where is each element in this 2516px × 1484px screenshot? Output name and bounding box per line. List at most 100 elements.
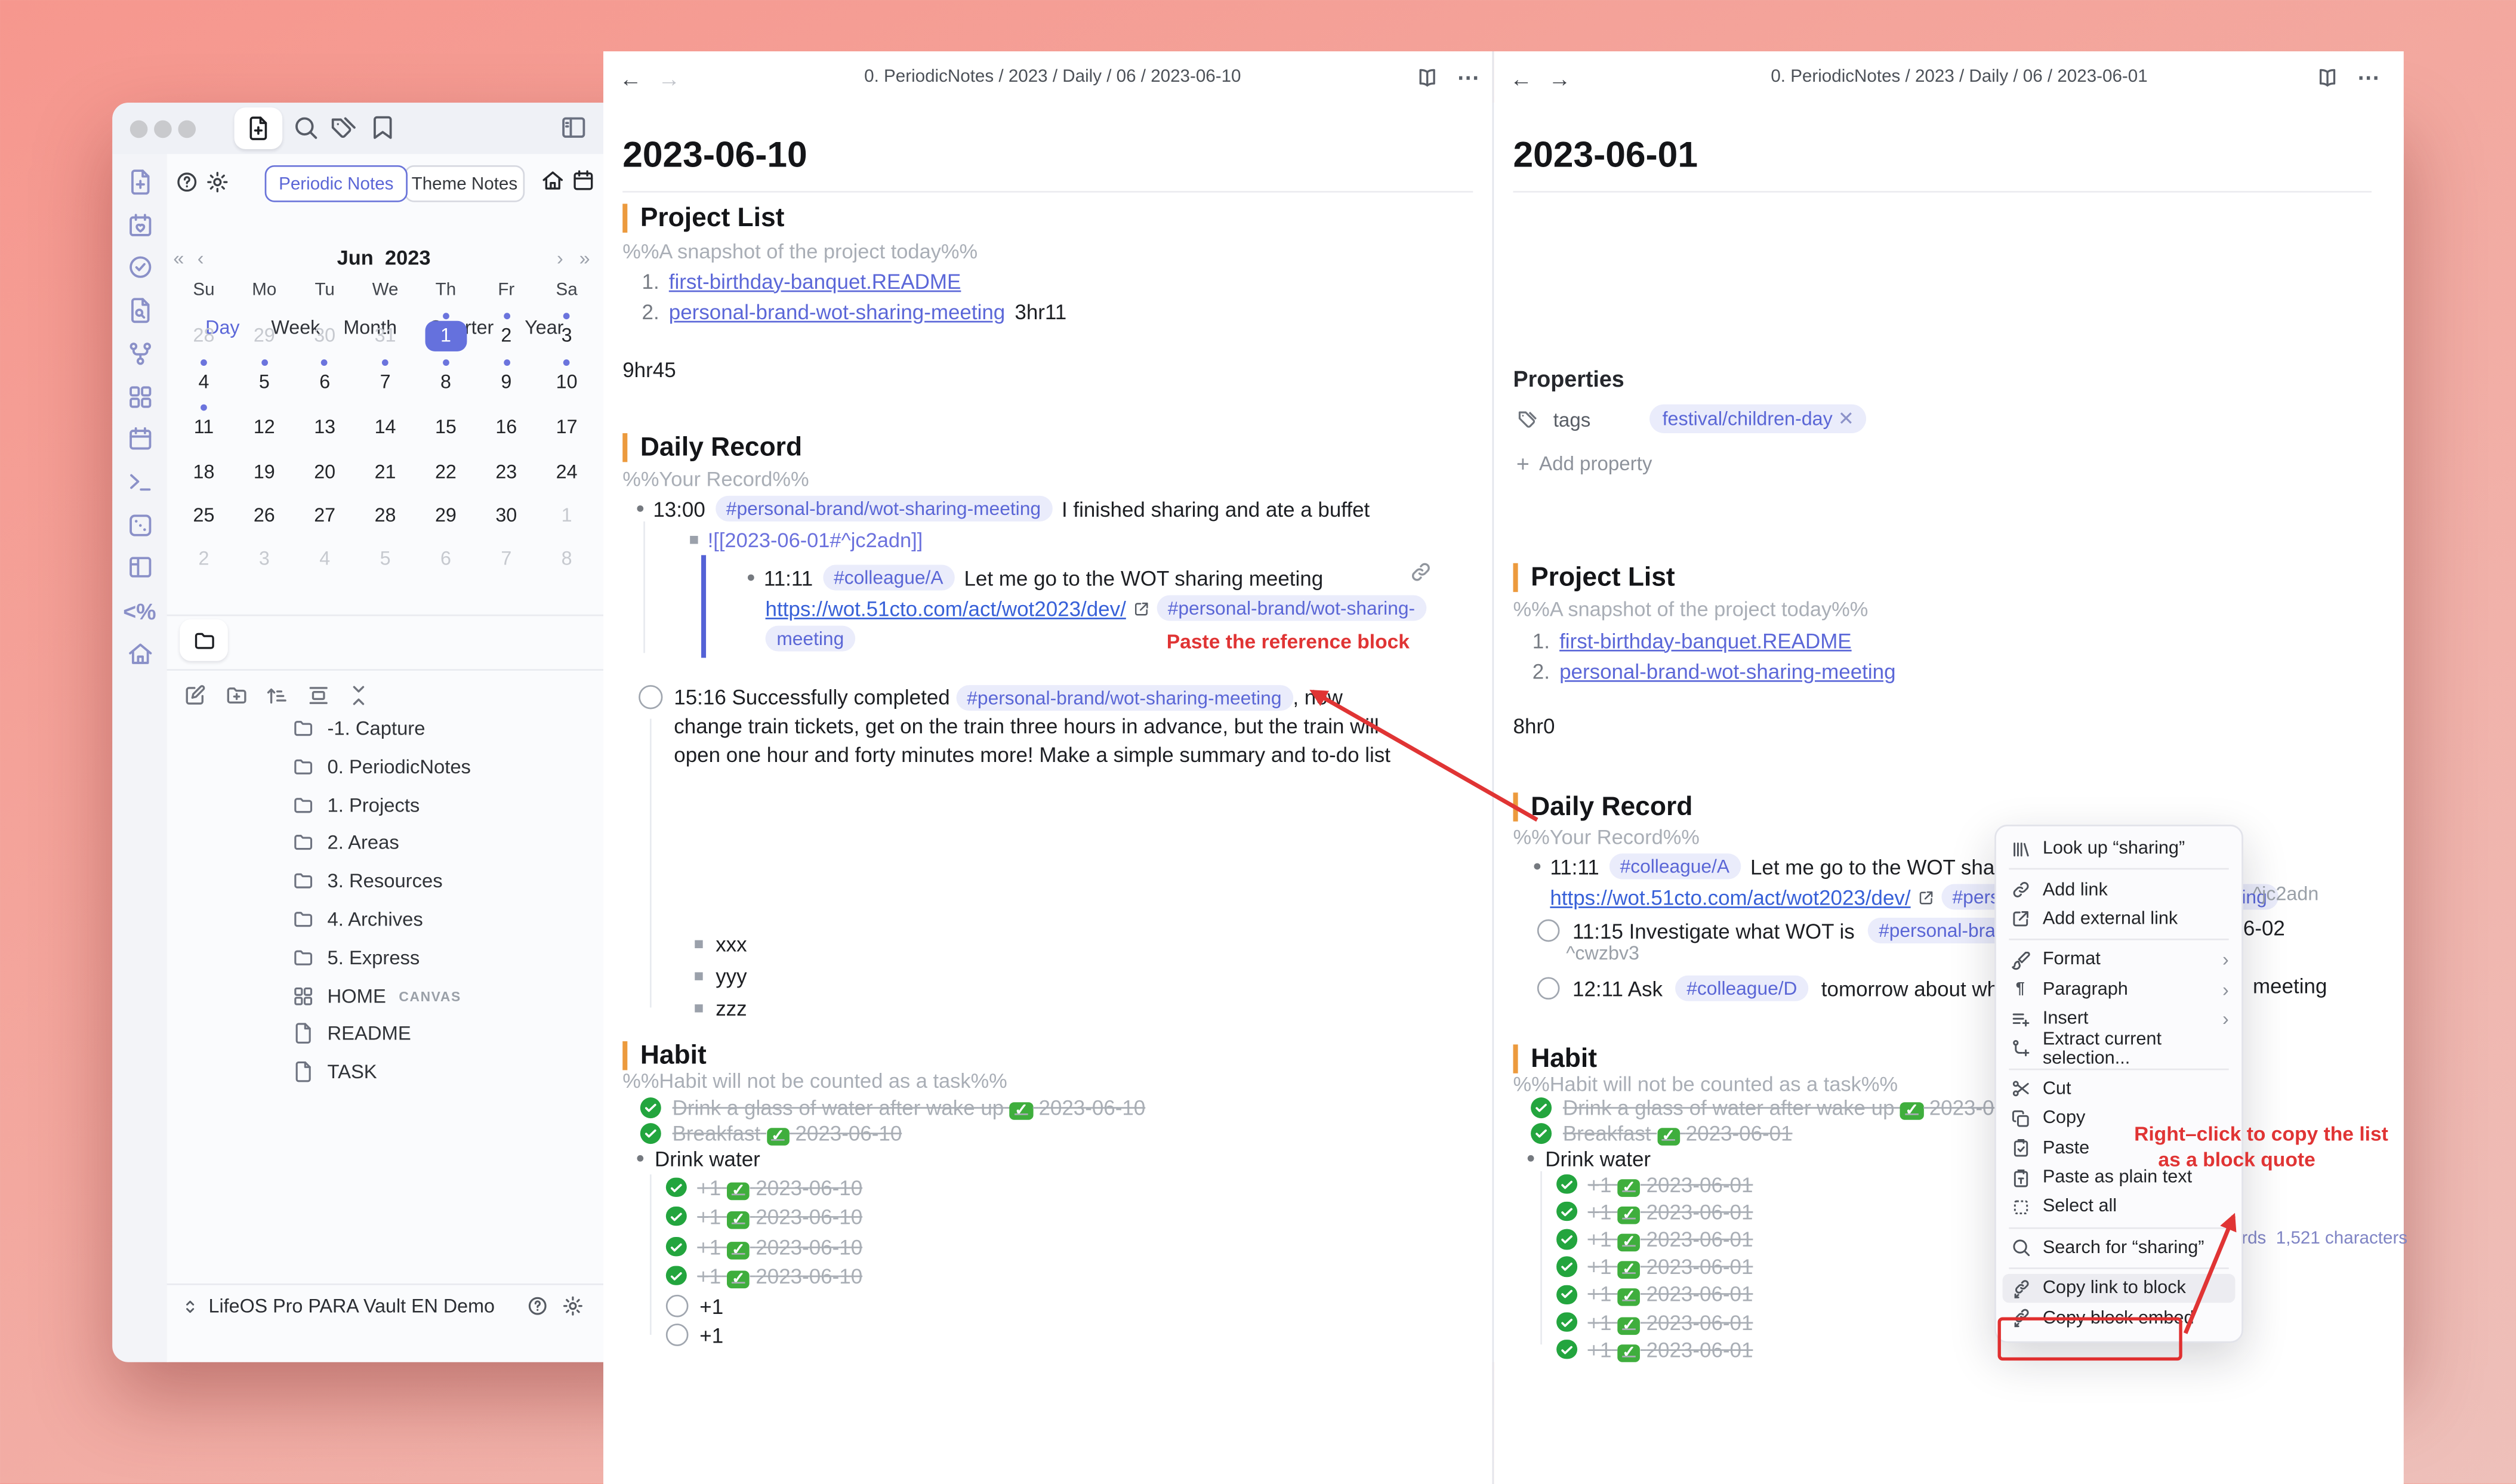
tree-item[interactable]: 3. Resources xyxy=(292,866,442,895)
calendar-day[interactable]: 2 xyxy=(183,547,225,569)
tree-item[interactable]: 5. Express xyxy=(292,943,420,971)
tag-pill[interactable]: #colleague/A xyxy=(822,564,954,590)
habit-plus-one-done[interactable]: +1 ✓ 2023-06-01 xyxy=(1556,1197,1753,1226)
reading-view-button[interactable] xyxy=(2315,66,2339,90)
task-15-16[interactable]: 15:16 Successfully completed #personal-b… xyxy=(674,683,1399,770)
habit-plus-one-todo[interactable]: +1 xyxy=(666,1291,723,1320)
tree-item[interactable]: README xyxy=(292,1019,411,1048)
embed-link-button[interactable] xyxy=(1409,560,1433,584)
ribbon-terminal-button[interactable] xyxy=(126,468,153,496)
breadcrumb[interactable]: 0. PeriodicNotes / 2023 / Daily / 06 / 2… xyxy=(716,67,1389,87)
open-home-button[interactable] xyxy=(541,168,565,192)
properties-heading[interactable]: Properties xyxy=(1513,366,1624,391)
calendar-day[interactable]: 7 xyxy=(485,547,527,569)
calendar-settings-button[interactable] xyxy=(205,170,229,194)
forward-button[interactable]: → xyxy=(1547,66,1572,91)
external-url[interactable]: https://wot.51cto.com/act/wot2023/dev/ xyxy=(1550,885,1910,909)
menu-extract-current-selection[interactable]: Extract current selection... xyxy=(1996,1033,2241,1063)
habit-plus-one-todo[interactable]: +1 xyxy=(666,1321,723,1349)
check-circle-icon[interactable] xyxy=(666,1206,686,1226)
menu-copy-link-to-block[interactable]: Copy link to block xyxy=(2003,1274,2236,1303)
vault-help-button[interactable] xyxy=(526,1295,549,1318)
calendar-day[interactable]: 20 xyxy=(304,459,346,482)
habit-plus-one-done[interactable]: +1 ✓ 2023-06-01 xyxy=(1556,1225,1753,1254)
calendar-day[interactable]: 15 xyxy=(425,415,467,438)
vault-settings-button[interactable] xyxy=(562,1295,584,1318)
tag-pill[interactable]: #colleague/D xyxy=(1675,976,1808,1001)
heading-daily-record[interactable]: Daily Record xyxy=(1513,792,1693,821)
habit-done[interactable]: Drink a glass of water after wake up ✓ 2… xyxy=(1531,1093,2036,1121)
search-button[interactable] xyxy=(292,114,319,141)
calendar-day[interactable]: 14 xyxy=(365,415,406,438)
habit-plus-one-done[interactable]: +1 ✓ 2023-06-01 xyxy=(1556,1280,1753,1309)
prev-month-button[interactable]: ‹ xyxy=(198,247,204,270)
calendar-day[interactable]: 23 xyxy=(485,459,527,482)
check-circle-icon[interactable] xyxy=(1556,1284,1577,1304)
sub-item[interactable]: xxx xyxy=(695,929,747,958)
forward-button[interactable]: → xyxy=(656,66,682,91)
calendar-day[interactable]: 28 xyxy=(365,504,406,526)
property-tags[interactable]: tags xyxy=(1516,406,1590,434)
ribbon-tasks-button[interactable] xyxy=(126,254,153,282)
calendar-day[interactable]: 11 xyxy=(183,415,225,438)
back-button[interactable]: ← xyxy=(1508,66,1534,91)
task-12-11[interactable]: 12:11 Ask#colleague/Dtomorrow about what… xyxy=(1537,974,2045,1002)
task-checkbox[interactable] xyxy=(1537,977,1560,999)
calendar-day[interactable]: 3 xyxy=(243,547,285,569)
toggle-left-sidebar-button[interactable] xyxy=(560,114,587,141)
menu-paragraph[interactable]: ¶Paragraph› xyxy=(1996,975,2241,1004)
check-circle-icon[interactable] xyxy=(640,1122,661,1143)
menu-select-all[interactable]: Select all xyxy=(1996,1193,2241,1222)
ribbon-templater-button[interactable]: <% xyxy=(126,597,153,624)
bookmark-button[interactable] xyxy=(369,114,396,141)
tree-item[interactable]: -1. Capture xyxy=(292,714,425,743)
calendar-help-button[interactable] xyxy=(175,170,199,194)
habit-plus-one-done[interactable]: +1 ✓ 2023-06-10 xyxy=(666,1232,862,1261)
calendar-day[interactable]: 18 xyxy=(183,459,225,482)
check-circle-icon[interactable] xyxy=(1556,1312,1577,1332)
habit-plus-one-done[interactable]: +1 ✓ 2023-06-01 xyxy=(1556,1170,1753,1198)
heading-daily-record[interactable]: Daily Record xyxy=(622,433,802,462)
tab-periodic-notes[interactable]: Periodic Notes xyxy=(265,165,408,202)
habit-drink-water[interactable]: Drink water xyxy=(1528,1144,1651,1173)
note-title[interactable]: 2023-06-10 xyxy=(622,135,807,177)
check-circle-icon[interactable] xyxy=(1556,1202,1577,1222)
check-circle-icon[interactable] xyxy=(1556,1340,1577,1360)
tree-item[interactable]: HOMECANVAS xyxy=(292,981,461,1010)
calendar-day[interactable]: 31 xyxy=(365,324,406,347)
ribbon-big-calendar-button[interactable] xyxy=(126,425,153,453)
calendar-day[interactable]: 7 xyxy=(365,370,406,393)
check-circle-icon[interactable] xyxy=(1556,1229,1577,1249)
calendar-day[interactable]: 4 xyxy=(183,370,225,393)
menu-add-link[interactable]: Add link xyxy=(1996,875,2241,904)
calendar-day[interactable]: 30 xyxy=(485,504,527,526)
files-tab-button[interactable] xyxy=(180,619,228,661)
breadcrumb[interactable]: 0. PeriodicNotes / 2023 / Daily / 06 / 2… xyxy=(1622,67,2296,87)
check-circle-icon[interactable] xyxy=(666,1266,686,1286)
calendar-day[interactable]: 25 xyxy=(183,504,225,526)
check-circle-icon[interactable] xyxy=(1531,1122,1552,1143)
note-title[interactable]: 2023-06-01 xyxy=(1513,135,1698,177)
tag-pill[interactable]: #personal-brand/wot-sharing-meeting xyxy=(955,685,1293,711)
tag-pill[interactable]: meeting xyxy=(766,626,856,652)
vault-switcher[interactable] xyxy=(180,1297,201,1318)
tree-item[interactable]: 4. Archives xyxy=(292,905,423,933)
note-link[interactable]: first-birthday-banquet.README xyxy=(1559,628,1852,652)
reading-view-button[interactable] xyxy=(1416,66,1439,90)
task-11-15[interactable]: 11:15 Investigate what WOT is#personal-b… xyxy=(1537,916,2047,945)
note-link[interactable]: personal-brand-wot-sharing-meeting xyxy=(669,299,1005,323)
heading-project-list[interactable]: Project List xyxy=(1513,563,1675,592)
calendar-day[interactable]: 5 xyxy=(243,370,285,393)
tree-item[interactable]: TASK xyxy=(292,1057,377,1086)
habit-plus-one-done[interactable]: +1 ✓ 2023-06-01 xyxy=(1556,1252,1753,1281)
more-options-button[interactable]: ⋯ xyxy=(2354,63,2382,91)
calendar-day[interactable]: 19 xyxy=(243,459,285,482)
remove-tag-icon[interactable]: ✕ xyxy=(1838,408,1854,430)
open-calendar-button[interactable] xyxy=(571,168,595,192)
heading-project-list[interactable]: Project List xyxy=(622,203,784,232)
tags-button[interactable] xyxy=(331,114,358,141)
ribbon-dashboard-button[interactable] xyxy=(126,382,153,410)
calendar-day[interactable]: 2 xyxy=(485,324,527,347)
calendar-day[interactable]: 12 xyxy=(243,415,285,438)
ribbon-new-note-button[interactable] xyxy=(126,168,153,196)
